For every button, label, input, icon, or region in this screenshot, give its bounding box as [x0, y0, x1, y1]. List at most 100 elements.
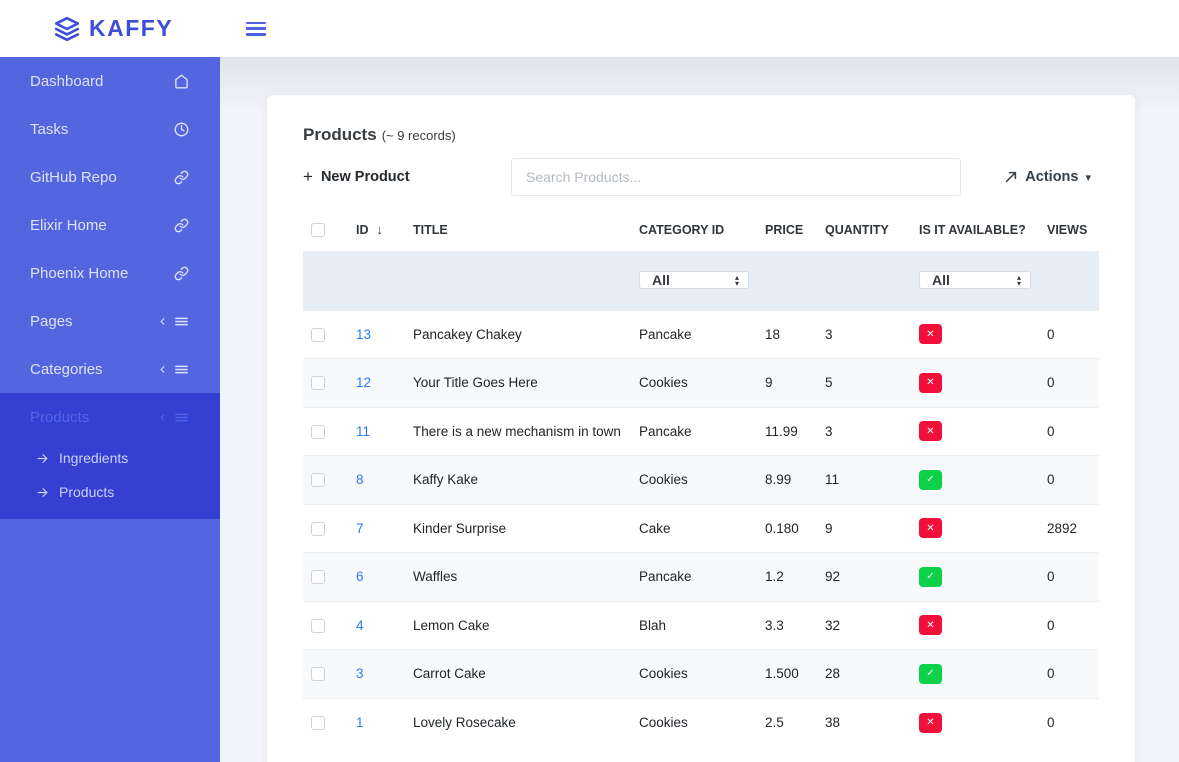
brand[interactable]: KAFFY [0, 15, 220, 42]
cell-category: Pancake [631, 310, 757, 359]
column-header-views[interactable]: VIEWS [1039, 222, 1099, 251]
sidebar-item-products[interactable]: Products [0, 393, 220, 441]
row-checkbox[interactable] [311, 619, 325, 633]
column-header-quantity[interactable]: QUANTITY [817, 222, 911, 251]
actions-label: Actions [1025, 169, 1078, 185]
row-checkbox[interactable] [311, 425, 325, 439]
cell-price: 1.500 [757, 650, 817, 699]
row-id-link[interactable]: 8 [356, 472, 364, 487]
available-filter-select[interactable]: All [919, 271, 1031, 289]
new-product-button[interactable]: + New Product [303, 167, 410, 187]
sidebar-subitem-ingredients[interactable]: Ingredients [0, 441, 220, 475]
row-checkbox[interactable] [311, 376, 325, 390]
sidebar-item-phoenix-home[interactable]: Phoenix Home [0, 249, 220, 297]
cell-quantity: 28 [817, 650, 911, 699]
arrow-up-right-icon [1004, 170, 1018, 184]
table-header-row: ID↓ TITLE CATEGORY ID PRICE QUANTITY IS … [303, 222, 1099, 251]
new-product-label: New Product [321, 169, 410, 185]
products-table: ID↓ TITLE CATEGORY ID PRICE QUANTITY IS … [303, 222, 1099, 747]
column-header-id[interactable]: ID↓ [348, 222, 405, 251]
column-header-price[interactable]: PRICE [757, 222, 817, 251]
cell-price: 11.99 [757, 407, 817, 456]
page-title: Products(~ 9 records) [303, 125, 1099, 145]
availability-badge: ✓ [919, 470, 942, 490]
cell-quantity: 5 [817, 359, 911, 408]
row-checkbox[interactable] [311, 716, 325, 730]
cell-category: Cake [631, 504, 757, 553]
link-icon [174, 266, 189, 281]
sidebar-item-tasks[interactable]: Tasks [0, 105, 220, 153]
cell-category: Pancake [631, 553, 757, 602]
cell-title: Lemon Cake [405, 601, 631, 650]
sidebar-subitem-products[interactable]: Products [0, 475, 220, 509]
table-row: 8 Kaffy Kake Cookies 8.99 11 ✓ 0 [303, 456, 1099, 505]
cell-quantity: 92 [817, 553, 911, 602]
row-checkbox[interactable] [311, 570, 325, 584]
cell-quantity: 9 [817, 504, 911, 553]
cell-views: 0 [1039, 310, 1099, 359]
select-all-checkbox[interactable] [311, 223, 325, 237]
cell-price: 3.3 [757, 601, 817, 650]
cell-views: 0 [1039, 359, 1099, 408]
row-id-link[interactable]: 13 [356, 327, 371, 342]
search-input[interactable] [511, 158, 961, 196]
arrow-right-icon [36, 486, 49, 499]
top-header: KAFFY [0, 0, 1179, 57]
home-icon [174, 74, 189, 89]
cell-views: 0 [1039, 650, 1099, 699]
sidebar-item-pages[interactable]: Pages [0, 297, 220, 345]
cell-quantity: 32 [817, 601, 911, 650]
sort-desc-icon[interactable]: ↓ [377, 222, 384, 237]
cell-price: 18 [757, 310, 817, 359]
sidebar-item-label: Tasks [30, 121, 174, 138]
row-id-link[interactable]: 12 [356, 375, 371, 390]
row-id-link[interactable]: 11 [356, 424, 370, 439]
row-id-link[interactable]: 6 [356, 569, 364, 584]
menu-icon [174, 314, 189, 329]
sidebar-item-label: Dashboard [30, 73, 174, 90]
hamburger-icon [246, 22, 266, 25]
cell-price: 9 [757, 359, 817, 408]
category-filter-select[interactable]: All [639, 271, 749, 289]
sidebar-subitem-label: Products [59, 484, 114, 500]
sidebar-item-elixir-home[interactable]: Elixir Home [0, 201, 220, 249]
column-header-title[interactable]: TITLE [405, 222, 631, 251]
row-id-link[interactable]: 3 [356, 666, 364, 681]
cell-views: 0 [1039, 553, 1099, 602]
menu-icon [174, 410, 189, 425]
sidebar-item-label: Categories [30, 361, 157, 378]
cell-price: 2.5 [757, 698, 817, 747]
row-id-link[interactable]: 4 [356, 618, 364, 633]
availability-badge: ✓ [919, 664, 942, 684]
chevron-left-icon [157, 412, 168, 423]
sidebar-item-label: Pages [30, 313, 157, 330]
cell-title: Waffles [405, 553, 631, 602]
cell-quantity: 3 [817, 310, 911, 359]
sidebar-item-label: GitHub Repo [30, 169, 174, 186]
row-id-link[interactable]: 7 [356, 521, 364, 536]
column-header-category-id[interactable]: CATEGORY ID [631, 222, 757, 251]
link-icon [174, 170, 189, 185]
availability-badge: ✕ [919, 421, 942, 441]
sidebar-item-categories[interactable]: Categories [0, 345, 220, 393]
sidebar-item-github-repo[interactable]: GitHub Repo [0, 153, 220, 201]
cell-title: Pancakey Chakey [405, 310, 631, 359]
cell-views: 0 [1039, 698, 1099, 747]
table-row: 1 Lovely Rosecake Cookies 2.5 38 ✕ 0 [303, 698, 1099, 747]
cell-quantity: 3 [817, 407, 911, 456]
chevron-left-icon [157, 316, 168, 327]
menu-icon [174, 362, 189, 377]
row-checkbox[interactable] [311, 667, 325, 681]
records-count: (~ 9 records) [382, 128, 456, 143]
sidebar-toggle-button[interactable] [246, 22, 266, 36]
sidebar-item-dashboard[interactable]: Dashboard [0, 57, 220, 105]
row-checkbox[interactable] [311, 522, 325, 536]
row-id-link[interactable]: 1 [356, 715, 364, 730]
row-checkbox[interactable] [311, 328, 325, 342]
cell-category: Cookies [631, 698, 757, 747]
sidebar: Dashboard Tasks GitHub Repo Elixir Home … [0, 57, 220, 762]
column-header-available[interactable]: IS IT AVAILABLE? [911, 222, 1039, 251]
row-checkbox[interactable] [311, 473, 325, 487]
actions-dropdown-button[interactable]: Actions ▾ [1004, 169, 1091, 185]
table-row: 6 Waffles Pancake 1.2 92 ✓ 0 [303, 553, 1099, 602]
